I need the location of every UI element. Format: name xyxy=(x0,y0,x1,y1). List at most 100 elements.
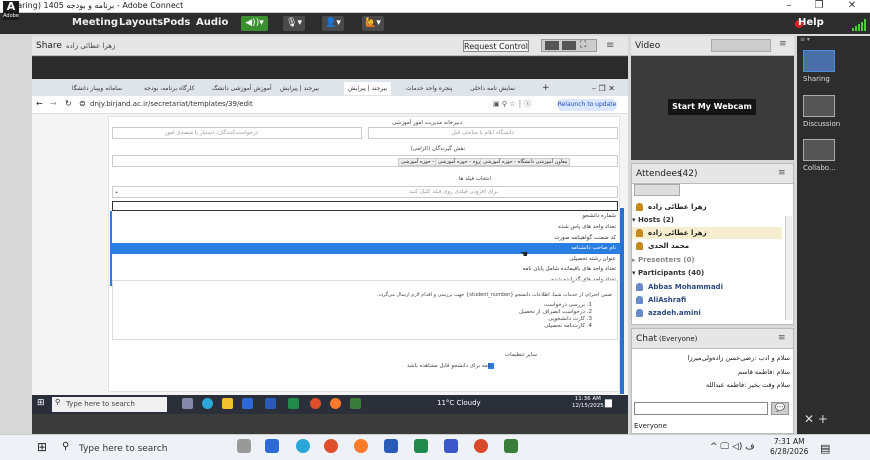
video-controls-icon[interactable] xyxy=(711,39,771,52)
browser-tab[interactable]: بیرجند | پیرایش xyxy=(280,82,319,95)
opera-icon[interactable] xyxy=(474,439,488,453)
layout-collaboration-label[interactable]: Collabo... xyxy=(803,164,836,172)
browser-tab[interactable]: نمایش نامه داخلی xyxy=(470,82,515,95)
start-icon[interactable]: ⊞ xyxy=(37,398,45,408)
browser-tab[interactable]: آموزش آموزشی دانشگ xyxy=(212,82,272,95)
shared-search-box[interactable]: Type here to search xyxy=(52,397,167,412)
telegram-icon[interactable] xyxy=(444,439,458,453)
collapse-icon[interactable]: ✕ + xyxy=(804,412,828,426)
forward-icon[interactable]: → xyxy=(50,99,57,108)
menu-pods[interactable]: Pods xyxy=(163,17,190,28)
my-status-row[interactable]: زهرا عطائی زاده xyxy=(632,201,782,213)
notification-icon[interactable]: ▤ xyxy=(820,442,830,455)
excel-icon[interactable] xyxy=(414,439,428,453)
excel-icon[interactable] xyxy=(288,398,299,409)
menu-help[interactable]: Help xyxy=(798,17,824,28)
outlook-icon[interactable] xyxy=(242,398,253,409)
explorer-icon[interactable] xyxy=(222,398,233,409)
fullscreen-icon[interactable]: ⛶ xyxy=(580,40,586,50)
field-option-highlighted[interactable]: نام صاحب دانشنامه xyxy=(110,243,620,254)
full-view-icon[interactable] xyxy=(562,41,576,50)
participant-row[interactable]: Abbas Mohammadi xyxy=(632,281,782,293)
participant-row[interactable]: azadeh.amini xyxy=(632,307,782,319)
start-webcam-button[interactable]: Start My Webcam xyxy=(668,99,756,115)
back-icon[interactable]: ← xyxy=(36,99,43,108)
close-button[interactable]: ✕ xyxy=(838,0,866,13)
app-icon[interactable] xyxy=(265,439,279,453)
firefox-icon[interactable] xyxy=(330,398,341,409)
raise-hand-toggle[interactable]: 🙋▾ xyxy=(362,16,384,31)
chat-recipient-tab[interactable]: Everyone xyxy=(634,422,667,430)
layout-sharing-thumb[interactable] xyxy=(803,50,835,72)
fields-search-input[interactable] xyxy=(112,201,618,211)
share-pod-menu-icon[interactable]: ≡ xyxy=(606,40,614,51)
attendees-menu-icon[interactable]: ≡ xyxy=(778,168,786,178)
chrome-icon[interactable] xyxy=(310,398,321,409)
new-tab-icon[interactable]: + xyxy=(542,82,550,95)
layout-collaboration-thumb[interactable] xyxy=(803,139,835,161)
attendee-view-toggles[interactable] xyxy=(634,184,680,196)
notification-icon[interactable]: ▆ xyxy=(605,398,612,408)
edge-icon[interactable] xyxy=(202,398,213,409)
share-view-toggles[interactable]: ⛶ xyxy=(541,39,597,52)
presenters-group[interactable]: ▸ Presenters (0) xyxy=(632,254,782,266)
attendees-scrollbar[interactable] xyxy=(785,216,792,320)
chat-menu-icon[interactable]: ≡ xyxy=(778,333,786,343)
relaunch-button[interactable]: Relaunch to update xyxy=(557,99,617,111)
fields-select[interactable] xyxy=(112,186,618,198)
start-button-icon[interactable]: ⊞ xyxy=(37,440,47,454)
video-pod-menu-icon[interactable]: ≡ xyxy=(779,39,787,49)
layouts-menu-icon[interactable]: ≡ ▾ xyxy=(800,36,810,43)
template-editor[interactable] xyxy=(112,280,618,340)
chrome-icon[interactable] xyxy=(324,439,338,453)
mouse-cursor-icon: ☚ xyxy=(520,250,529,260)
request-control-button[interactable]: Request Control xyxy=(463,40,529,52)
taskview-icon[interactable] xyxy=(182,398,193,409)
taskbar-search[interactable]: Type here to search xyxy=(79,444,167,454)
hosts-group[interactable]: ▾ Hosts (2) xyxy=(632,214,782,226)
browser-tab-active[interactable]: بیرجند | پیرایش xyxy=(344,82,392,95)
chevron-down-icon[interactable]: ⌄ xyxy=(114,188,119,195)
tray-icons[interactable]: ^ 🖵 ◁) ف xyxy=(710,442,755,452)
fit-view-icon[interactable] xyxy=(545,41,559,50)
browser-tab[interactable]: کارگاه برنامه، بودجه xyxy=(144,82,194,95)
participant-row[interactable]: AliAshrafi xyxy=(632,294,782,306)
address-actions-icons[interactable]: ▣ ⚲ ☆ ┆ ⓢ xyxy=(493,99,531,109)
microphone-toggle[interactable]: 🎙▾ xyxy=(283,16,305,31)
field-option[interactable]: تعداد واحد های پاس شده xyxy=(110,222,620,233)
menu-meeting[interactable]: Meeting xyxy=(72,17,118,28)
chat-input[interactable] xyxy=(634,402,768,415)
layout-discussion-thumb[interactable] xyxy=(803,95,835,117)
word-icon[interactable] xyxy=(265,398,276,409)
taskview-icon[interactable] xyxy=(237,439,251,453)
url-field[interactable]: dnjy.birjand.ac.ir/secretariat/templates… xyxy=(90,100,253,108)
site-info-icon[interactable]: ⊜ xyxy=(79,99,86,108)
host-row[interactable]: زهرا عطائی زاده xyxy=(632,227,782,239)
edge-icon[interactable] xyxy=(296,439,310,453)
page-scrollbar[interactable] xyxy=(620,208,624,394)
menu-layouts[interactable]: Layouts xyxy=(119,17,163,28)
participants-group[interactable]: ▾ Participants (40) xyxy=(632,267,782,279)
chat-send-button[interactable]: 💬 xyxy=(771,402,789,415)
reload-icon[interactable]: ↻ xyxy=(65,99,72,108)
webcam-toggle[interactable]: 👤▾ xyxy=(322,16,344,31)
app-icon[interactable] xyxy=(504,439,518,453)
maximize-button[interactable]: ❐ xyxy=(805,0,833,13)
minimize-button[interactable]: – xyxy=(775,0,803,13)
speaker-toggle[interactable]: ◀))▾ xyxy=(241,16,268,31)
browser-tab[interactable]: پنجره واحد خدمات xyxy=(406,82,453,95)
app-icon[interactable] xyxy=(350,398,361,409)
word-icon[interactable] xyxy=(384,439,398,453)
dropdown-scrollbar[interactable] xyxy=(110,211,112,286)
recipient-chip[interactable]: معاون آموزشی دانشگاه - حوزه آموزشی xyxy=(480,158,571,166)
host-row[interactable]: محمد الحدی xyxy=(632,240,782,252)
browser-tab[interactable]: سامانه ویپنار دانشگا xyxy=(72,82,122,95)
menu-audio[interactable]: Audio xyxy=(196,17,228,28)
firefox-icon[interactable] xyxy=(354,439,368,453)
layout-discussion-label[interactable]: Discussion xyxy=(803,120,840,128)
taskbar-clock[interactable]: 7:31 AM 6/28/2026 xyxy=(770,437,808,457)
layout-sharing-label[interactable]: Sharing xyxy=(803,75,830,83)
field-option[interactable]: تعداد واحد های باقیمانده شامل پایان نامه xyxy=(110,264,620,275)
field-option[interactable]: شماره دانشجو xyxy=(110,211,620,222)
browser-window-controls[interactable]: – ❐ ✕ xyxy=(592,82,615,95)
